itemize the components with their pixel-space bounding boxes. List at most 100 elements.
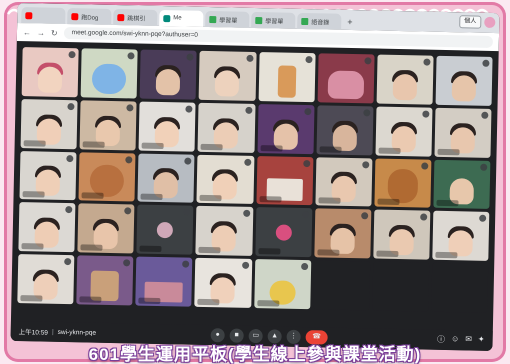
participant-tile[interactable] — [17, 254, 75, 305]
mic-off-icon — [423, 58, 431, 66]
participant-tile[interactable] — [253, 259, 311, 310]
mic-off-icon — [245, 54, 254, 62]
youtube-icon — [25, 11, 33, 19]
mic-off-icon — [422, 110, 430, 118]
participant-tile[interactable] — [79, 100, 137, 151]
mic-off-icon — [66, 154, 74, 162]
participant-tile[interactable] — [373, 209, 431, 260]
participant-tile[interactable] — [258, 52, 316, 103]
mic-off-icon — [360, 212, 369, 220]
mic-off-icon — [361, 160, 370, 168]
participant-tile[interactable] — [313, 208, 372, 259]
google-drive-icon — [301, 17, 309, 25]
participant-tile[interactable] — [255, 155, 314, 206]
participant-tile[interactable] — [317, 53, 375, 104]
mic-off-icon — [300, 263, 308, 271]
browser-tab[interactable]: 學習單 — [251, 11, 296, 29]
tab-label: 跑Dog — [81, 14, 99, 22]
participant-tile[interactable] — [315, 156, 373, 207]
participant-tile[interactable] — [433, 159, 491, 210]
participant-tile[interactable] — [198, 50, 257, 101]
mic-off-icon — [68, 51, 76, 59]
participant-tile[interactable] — [20, 98, 78, 149]
google-drive-icon — [209, 15, 217, 23]
mic-off-icon — [184, 157, 192, 165]
participant-tile[interactable] — [375, 106, 433, 157]
participant-tile[interactable] — [197, 102, 256, 153]
participant-tile[interactable] — [434, 107, 492, 158]
forward-icon[interactable]: → — [37, 28, 45, 37]
mic-off-icon — [305, 56, 313, 64]
mic-off-icon — [125, 155, 133, 164]
browser-tab[interactable]: 跑Dog — [67, 8, 112, 25]
mic-off-icon — [364, 57, 372, 65]
participant-tile[interactable] — [77, 203, 135, 254]
laptop-screen: 跑Dog 跳棋引 Me 學習單 學習單 語音錄 + 個人 ← → ↻ meet.… — [10, 2, 500, 352]
avatar[interactable] — [484, 16, 496, 28]
youtube-icon — [71, 12, 79, 20]
mic-off-icon — [479, 215, 487, 223]
participant-tile[interactable] — [196, 154, 254, 205]
participant-tile[interactable] — [195, 206, 253, 257]
mic-off-icon — [185, 105, 193, 113]
mic-off-icon — [302, 159, 310, 167]
mic-off-icon — [186, 53, 194, 61]
participant-tile[interactable] — [137, 153, 195, 204]
youtube-icon — [117, 13, 125, 21]
participant-tile[interactable] — [76, 255, 134, 306]
participant-tile[interactable] — [138, 101, 196, 152]
participant-tile-camera-off[interactable] — [254, 207, 312, 258]
participant-tile[interactable] — [18, 202, 76, 253]
browser-tab[interactable]: 語音錄 — [297, 12, 342, 30]
participant-tile[interactable] — [19, 150, 77, 201]
browser-tab[interactable]: 學習單 — [205, 10, 250, 28]
participant-tile[interactable] — [139, 49, 198, 100]
mic-off-icon — [243, 158, 251, 166]
meeting-code: swi-yknn-pqe — [57, 328, 97, 337]
mic-off-icon — [421, 162, 429, 170]
mic-off-icon — [481, 111, 489, 119]
mic-off-icon — [241, 261, 249, 270]
mic-off-icon — [127, 52, 135, 60]
participant-tile[interactable] — [316, 105, 374, 156]
participant-tile[interactable] — [80, 48, 138, 99]
mic-off-icon — [242, 210, 250, 218]
participant-tile[interactable] — [432, 211, 490, 262]
grid-empty-cell — [431, 262, 489, 313]
tab-label: 跳棋引 — [127, 15, 146, 23]
google-drive-icon — [255, 16, 263, 24]
browser-tab[interactable] — [21, 7, 66, 24]
mic-off-icon — [67, 102, 75, 111]
photo-caption: 601學生運用平板(學生線上參與課堂活動) — [88, 345, 422, 364]
tab-label: 學習單 — [219, 17, 238, 25]
profile-chip[interactable]: 個人 — [459, 15, 482, 29]
mic-off-icon — [123, 259, 131, 267]
mic-off-icon — [126, 104, 134, 112]
tab-label: 語音錄 — [311, 19, 330, 27]
participant-tile[interactable] — [135, 256, 193, 307]
mic-off-icon — [480, 163, 488, 171]
plus-icon[interactable]: + — [343, 14, 357, 30]
mic-off-icon — [419, 213, 428, 222]
participant-tile[interactable] — [78, 151, 136, 202]
mic-off-icon — [363, 109, 371, 117]
participant-tile[interactable] — [257, 103, 315, 154]
reload-icon[interactable]: ↻ — [51, 28, 58, 37]
participant-tile[interactable] — [21, 47, 79, 98]
meeting-time: 上午10:59 — [18, 329, 49, 337]
participant-tile-camera-off[interactable] — [136, 204, 194, 255]
mic-off-icon — [65, 206, 73, 214]
participant-tile[interactable] — [435, 55, 493, 106]
grid-empty-cell — [312, 260, 371, 311]
participant-tile[interactable] — [376, 54, 434, 105]
mic-off-icon — [64, 258, 72, 266]
mic-off-icon — [482, 59, 490, 67]
browser-tab[interactable]: 跳棋引 — [113, 8, 158, 26]
tab-label: 學習單 — [265, 18, 284, 26]
mic-off-icon — [183, 208, 191, 217]
back-icon[interactable]: ← — [23, 28, 31, 37]
browser-tab-active[interactable]: Me — [159, 9, 204, 27]
mic-off-icon — [301, 211, 309, 219]
participant-tile[interactable] — [194, 257, 252, 308]
participant-tile[interactable] — [374, 158, 432, 209]
